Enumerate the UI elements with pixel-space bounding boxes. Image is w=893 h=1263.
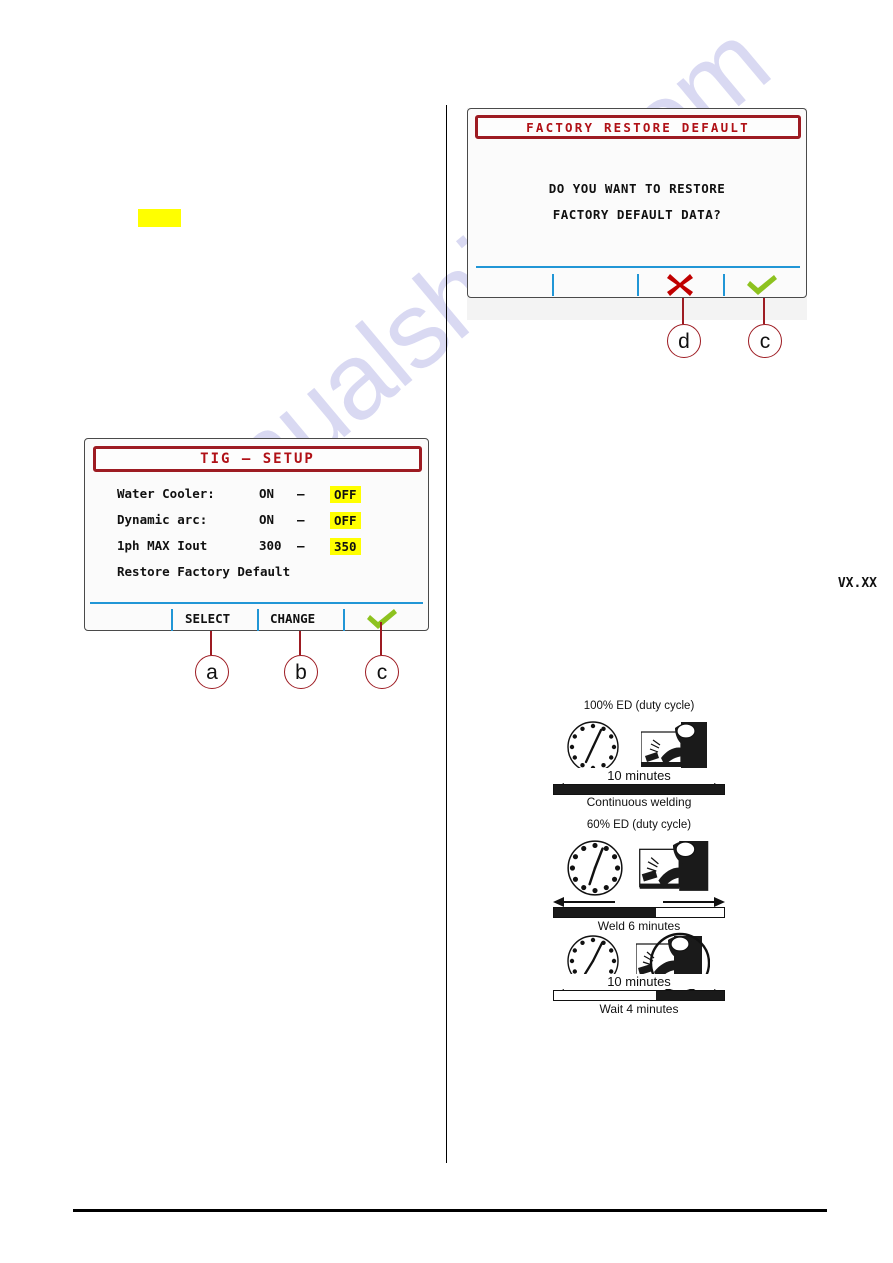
factory-restore-cancel-button[interactable] bbox=[637, 269, 723, 299]
duty-bar-fill-100 bbox=[554, 785, 724, 794]
factory-restore-message-line-2: FACTORY DEFAULT DATA? bbox=[552, 207, 722, 222]
tig-row-1ph-max-iout[interactable]: 1ph MAX Iout 300 – 350 bbox=[85, 538, 428, 560]
duty-span-arrow-100: 10 minutes bbox=[553, 768, 725, 784]
duty-span-arrow-60 bbox=[553, 895, 725, 907]
callout-c-setup-leader bbox=[380, 622, 382, 655]
callout-d-leader bbox=[682, 298, 684, 324]
factory-restore-separator bbox=[476, 266, 800, 268]
select-button-label: SELECT bbox=[185, 611, 231, 626]
close-icon bbox=[667, 274, 693, 296]
page-bottom-rule bbox=[73, 1209, 827, 1212]
callout-d-circle: d bbox=[667, 324, 701, 358]
water-cooler-label: Water Cooler: bbox=[117, 486, 215, 501]
iout-label: 1ph MAX Iout bbox=[117, 538, 208, 553]
factory-restore-message-line-1: DO YOU WANT TO RESTORE bbox=[548, 181, 726, 196]
water-cooler-option-off[interactable]: OFF bbox=[330, 486, 361, 503]
tig-setup-panel: TIG – SETUP Water Cooler: ON – OFF Dynam… bbox=[84, 438, 429, 631]
callout-a-leader bbox=[210, 631, 212, 655]
select-button[interactable]: SELECT bbox=[171, 607, 257, 633]
tig-setup-separator bbox=[90, 602, 423, 604]
duty-bar-60-weld bbox=[553, 907, 725, 918]
dynamic-arc-option-on[interactable]: ON bbox=[259, 512, 274, 527]
callout-a-circle: a bbox=[195, 655, 229, 689]
tig-row-dynamic-arc[interactable]: Dynamic arc: ON – OFF bbox=[85, 512, 428, 534]
check-icon bbox=[747, 275, 777, 295]
duty-caption-100: Continuous welding bbox=[586, 795, 692, 809]
duty-cycle-heading-60: 60% ED (duty cycle) bbox=[586, 819, 692, 831]
duty-bar-fill-wait bbox=[656, 991, 724, 1000]
callout-d: d bbox=[667, 298, 701, 358]
iout-option-350[interactable]: 350 bbox=[330, 538, 361, 555]
duty-cycle-block-60-weld: 60% ED (duty cycle) Weld 6 minutes bbox=[553, 819, 725, 933]
callout-a: a bbox=[195, 631, 229, 689]
duty-cycle-block-60-wait: 10 minutes Wait 4 minutes bbox=[553, 930, 725, 1025]
duty-cycle-heading-100: 100% ED (duty cycle) bbox=[583, 700, 695, 712]
dynamic-arc-label: Dynamic arc: bbox=[117, 512, 208, 527]
duty-caption-wait: Wait 4 minutes bbox=[599, 1002, 679, 1016]
softkey-divider-1 bbox=[552, 274, 554, 296]
callout-c-restore: c bbox=[748, 298, 782, 358]
iout-separator: – bbox=[297, 538, 305, 553]
callout-b: b bbox=[284, 631, 318, 689]
yellow-highlight-marker bbox=[138, 209, 181, 227]
restore-factory-default-label: Restore Factory Default bbox=[117, 564, 291, 579]
factory-restore-confirm-button[interactable] bbox=[723, 269, 803, 299]
callout-c-setup-circle: c bbox=[365, 655, 399, 689]
callout-c-restore-circle: c bbox=[748, 324, 782, 358]
column-divider bbox=[446, 105, 447, 1163]
factory-restore-title: FACTORY RESTORE DEFAULT bbox=[526, 119, 750, 135]
dynamic-arc-option-off[interactable]: OFF bbox=[330, 512, 361, 529]
iout-option-300[interactable]: 300 bbox=[259, 538, 282, 553]
clock-icon bbox=[567, 721, 619, 773]
factory-restore-title-box: FACTORY RESTORE DEFAULT bbox=[475, 115, 801, 139]
callout-b-leader bbox=[299, 631, 301, 655]
welder-icon bbox=[639, 841, 709, 891]
callout-b-circle: b bbox=[284, 655, 318, 689]
manual-page: manualshive.com FACTORY RESTORE DEFAULT … bbox=[0, 0, 893, 1263]
firmware-version: VX.XX bbox=[837, 576, 877, 591]
welder-icon bbox=[641, 722, 707, 770]
tig-setup-title-box: TIG – SETUP bbox=[93, 446, 422, 472]
duty-cycle-block-100: 100% ED (duty cycle) 10 minutes Continuo… bbox=[553, 700, 725, 809]
change-button-label: CHANGE bbox=[270, 611, 316, 626]
duty-span-label-wait: 10 minutes bbox=[553, 974, 725, 989]
water-cooler-option-on[interactable]: ON bbox=[259, 486, 274, 501]
tig-row-water-cooler[interactable]: Water Cooler: ON – OFF bbox=[85, 486, 428, 508]
duty-bar-wait bbox=[553, 990, 725, 1001]
duty-span-arrow-wait: 10 minutes bbox=[553, 974, 725, 990]
tig-row-restore-factory-default[interactable]: Restore Factory Default bbox=[85, 564, 428, 586]
tig-setup-title: TIG – SETUP bbox=[200, 451, 315, 467]
change-button[interactable]: CHANGE bbox=[257, 607, 343, 633]
callout-c-restore-leader bbox=[763, 298, 765, 324]
factory-restore-panel: FACTORY RESTORE DEFAULT DO YOU WANT TO R… bbox=[467, 108, 807, 298]
dynamic-arc-separator: – bbox=[297, 512, 305, 527]
duty-bar-100 bbox=[553, 784, 725, 795]
duty-bar-fill-60-weld bbox=[554, 908, 656, 917]
water-cooler-separator: – bbox=[297, 486, 305, 501]
duty-span-label-100: 10 minutes bbox=[553, 768, 725, 783]
callout-c-setup: c bbox=[365, 622, 399, 690]
clock-icon bbox=[567, 840, 623, 896]
